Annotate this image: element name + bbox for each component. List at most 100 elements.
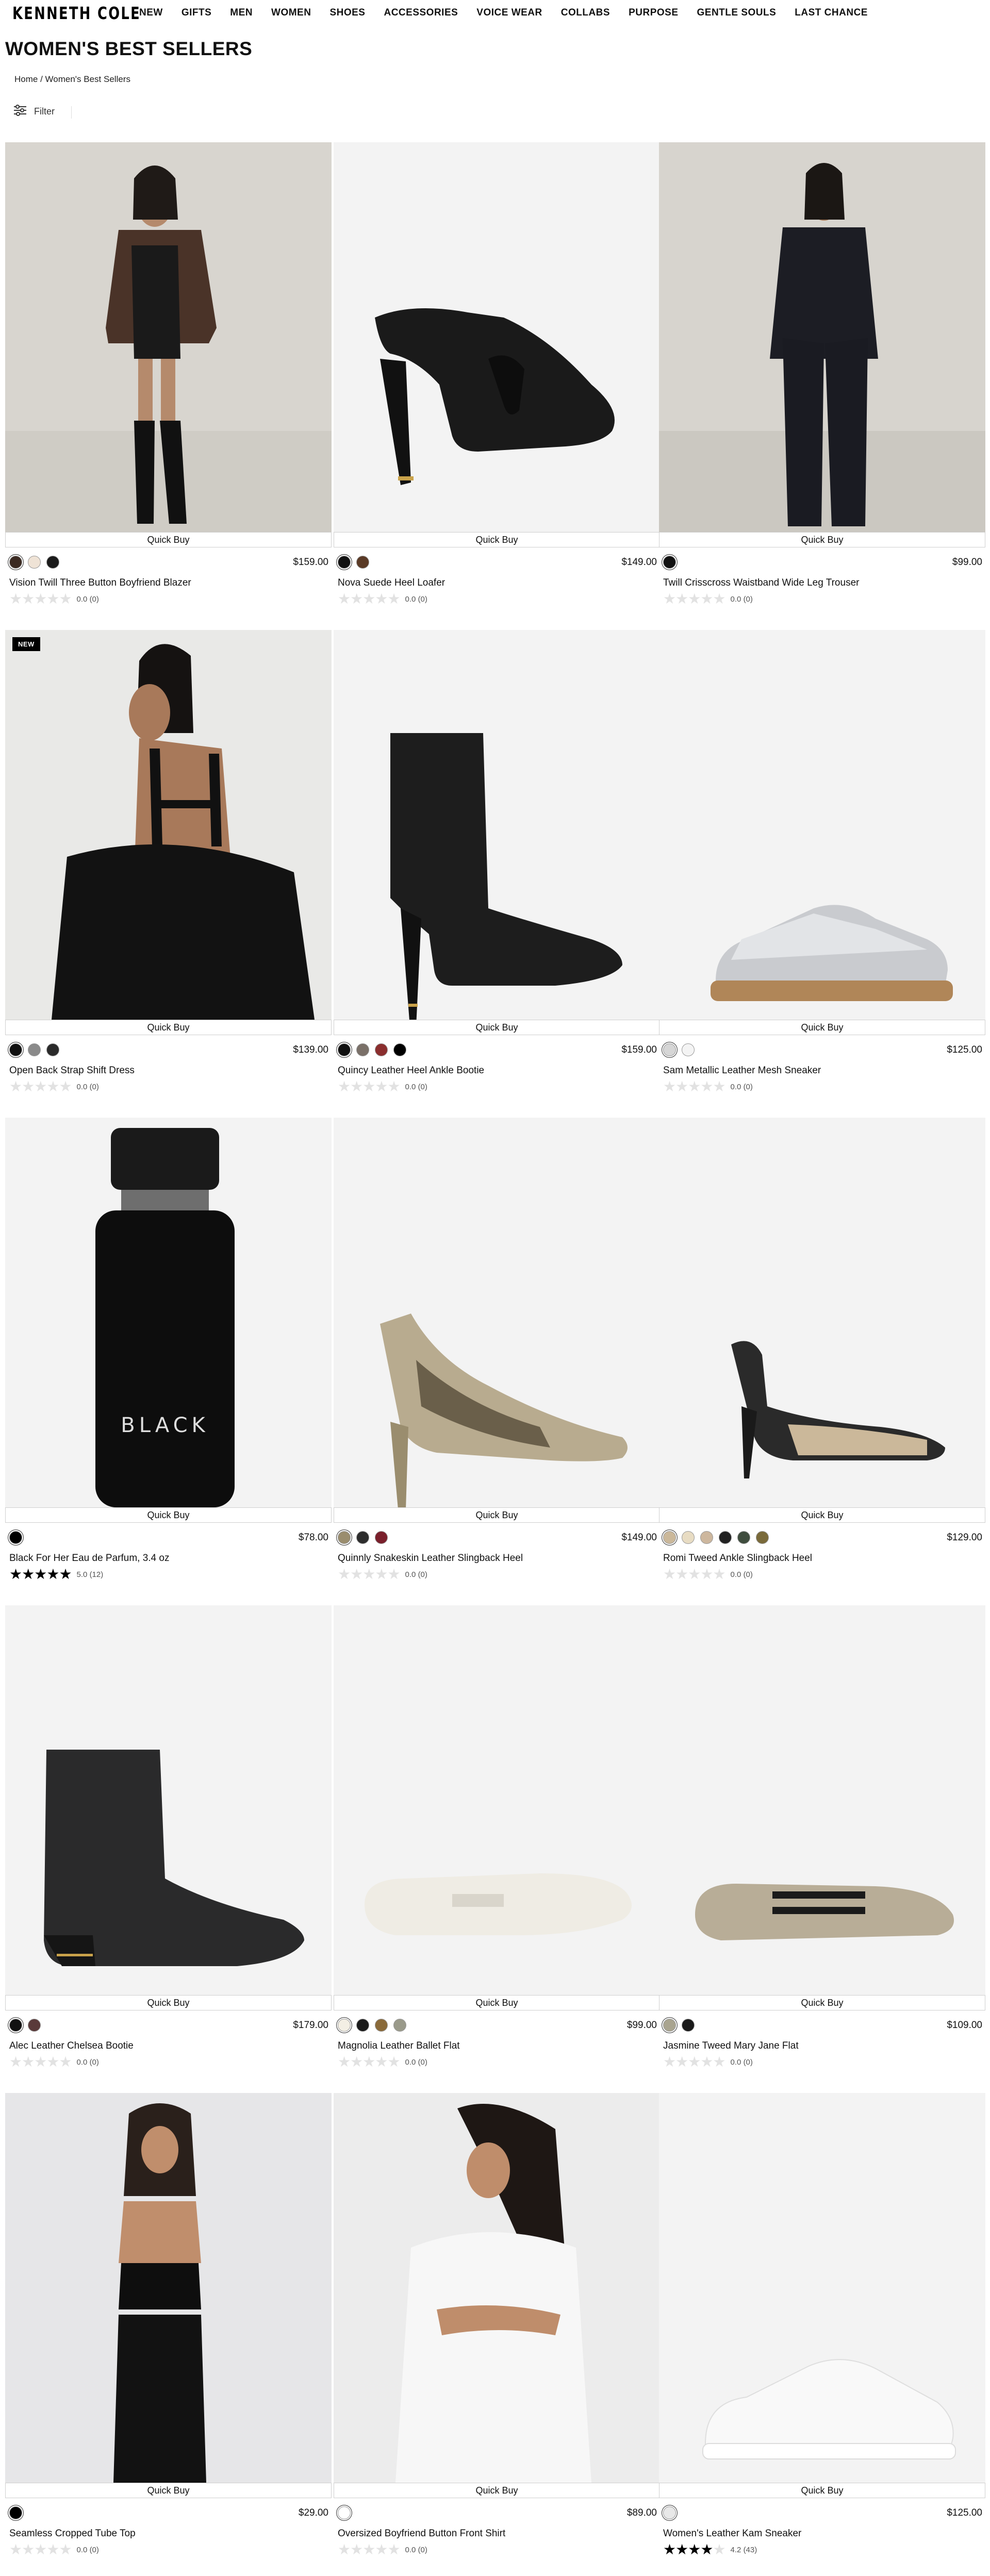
color-swatch[interactable] bbox=[375, 1531, 388, 1544]
nav-item-voice-wear[interactable]: VOICE WEAR bbox=[476, 7, 542, 19]
quick-buy-button[interactable]: Quick Buy bbox=[659, 1507, 985, 1523]
color-swatch[interactable] bbox=[356, 1043, 369, 1056]
product-name[interactable]: Oversized Boyfriend Button Front Shirt bbox=[338, 2528, 505, 2539]
color-swatch[interactable] bbox=[28, 1043, 41, 1056]
product-name[interactable]: Jasmine Tweed Mary Jane Flat bbox=[663, 2040, 799, 2052]
quick-buy-button[interactable]: Quick Buy bbox=[659, 1020, 985, 1035]
product-card[interactable]: Quick Buy $99.00 Magnolia Leather Ballet F… bbox=[334, 1605, 660, 2093]
color-swatch[interactable] bbox=[756, 1531, 769, 1544]
color-swatch[interactable] bbox=[700, 1531, 713, 1544]
color-swatch[interactable] bbox=[28, 556, 41, 569]
quick-buy-button[interactable]: Quick Buy bbox=[334, 2483, 660, 2498]
color-swatch[interactable] bbox=[46, 1043, 59, 1056]
product-image[interactable] bbox=[5, 1605, 332, 1995]
product-name[interactable]: Black For Her Eau de Parfum, 3.4 oz bbox=[9, 1553, 169, 1564]
product-name[interactable]: Twill Crisscross Waistband Wide Leg Trou… bbox=[663, 577, 859, 589]
product-name[interactable]: Seamless Cropped Tube Top bbox=[9, 2528, 136, 2539]
quick-buy-button[interactable]: Quick Buy bbox=[659, 1995, 985, 2010]
product-name[interactable]: Nova Suede Heel Loafer bbox=[338, 577, 445, 589]
quick-buy-button[interactable]: Quick Buy bbox=[334, 1995, 660, 2010]
product-card[interactable]: Quick Buy $89.00 Oversized Boyfriend Butto… bbox=[334, 2093, 660, 2576]
product-image[interactable] bbox=[659, 1118, 985, 1507]
product-card[interactable]: NEW Quick Buy $139.00 Open Back Strap Shift… bbox=[5, 630, 332, 1118]
color-swatch[interactable] bbox=[356, 556, 369, 569]
color-swatch[interactable] bbox=[338, 2506, 351, 2519]
product-image[interactable] bbox=[659, 142, 985, 532]
product-card[interactable]: Quick Buy $179.00 Alec Leather Chelsea Boo… bbox=[5, 1605, 332, 2093]
product-name[interactable]: Women's Leather Kam Sneaker bbox=[663, 2528, 801, 2539]
color-swatch[interactable] bbox=[682, 1531, 695, 1544]
product-image[interactable] bbox=[5, 2093, 332, 2483]
color-swatch[interactable] bbox=[9, 1531, 22, 1544]
quick-buy-button[interactable]: Quick Buy bbox=[5, 1995, 332, 2010]
color-swatch[interactable] bbox=[737, 1531, 750, 1544]
color-swatch[interactable] bbox=[9, 1043, 22, 1056]
color-swatch[interactable] bbox=[356, 2019, 369, 2032]
color-swatch[interactable] bbox=[663, 2019, 676, 2032]
color-swatch[interactable] bbox=[663, 1043, 676, 1056]
quick-buy-button[interactable]: Quick Buy bbox=[334, 532, 660, 547]
color-swatch[interactable] bbox=[9, 2019, 22, 2032]
product-card[interactable]: Quick Buy $129.00 Romi Tweed Ankle Slingba… bbox=[659, 1118, 985, 1605]
product-image[interactable]: BLACK bbox=[5, 1118, 332, 1507]
color-swatch[interactable] bbox=[356, 1531, 369, 1544]
product-image[interactable] bbox=[334, 2093, 660, 2483]
color-swatch[interactable] bbox=[338, 556, 351, 569]
nav-item-gifts[interactable]: GIFTS bbox=[182, 7, 211, 19]
product-card[interactable]: Quick Buy $99.00 Twill Crisscross Waistban… bbox=[659, 142, 985, 630]
breadcrumb-home-link[interactable]: Home bbox=[14, 74, 38, 84]
product-card[interactable]: Quick Buy $149.00 Quinnly Snakeskin Leathe… bbox=[334, 1118, 660, 1605]
product-name[interactable]: Quincy Leather Heel Ankle Bootie bbox=[338, 1065, 484, 1076]
product-image[interactable] bbox=[659, 630, 985, 1020]
product-image[interactable] bbox=[334, 142, 660, 532]
color-swatch[interactable] bbox=[393, 2019, 406, 2032]
filter-button[interactable]: Filter bbox=[13, 104, 55, 119]
nav-item-last-chance[interactable]: LAST CHANCE bbox=[795, 7, 868, 19]
product-name[interactable]: Open Back Strap Shift Dress bbox=[9, 1065, 135, 1076]
color-swatch[interactable] bbox=[9, 556, 22, 569]
brand-logo[interactable]: KENNETH COLE bbox=[12, 3, 140, 23]
color-swatch[interactable] bbox=[663, 1531, 676, 1544]
product-card[interactable]: BLACK Quick Buy $78.00 Black For Her Eau de… bbox=[5, 1118, 332, 1605]
color-swatch[interactable] bbox=[393, 1043, 406, 1056]
quick-buy-button[interactable]: Quick Buy bbox=[5, 532, 332, 547]
product-image[interactable] bbox=[334, 1118, 660, 1507]
product-image[interactable] bbox=[5, 630, 332, 1020]
product-card[interactable]: Quick Buy $159.00 Quincy Leather Heel Ankl… bbox=[334, 630, 660, 1118]
color-swatch[interactable] bbox=[375, 2019, 388, 2032]
product-card[interactable]: Quick Buy $125.00 Women's Leather Kam Snea… bbox=[659, 2093, 985, 2576]
nav-item-men[interactable]: MEN bbox=[230, 7, 253, 19]
nav-item-shoes[interactable]: SHOES bbox=[329, 7, 365, 19]
product-image[interactable] bbox=[334, 630, 660, 1020]
product-name[interactable]: Alec Leather Chelsea Bootie bbox=[9, 2040, 134, 2052]
product-image[interactable] bbox=[659, 2093, 985, 2483]
quick-buy-button[interactable]: Quick Buy bbox=[334, 1507, 660, 1523]
product-name[interactable]: Magnolia Leather Ballet Flat bbox=[338, 2040, 460, 2052]
nav-item-purpose[interactable]: PURPOSE bbox=[629, 7, 678, 19]
color-swatch[interactable] bbox=[663, 556, 676, 569]
color-swatch[interactable] bbox=[338, 2019, 351, 2032]
product-image[interactable] bbox=[659, 1605, 985, 1995]
quick-buy-button[interactable]: Quick Buy bbox=[5, 1507, 332, 1523]
product-name[interactable]: Romi Tweed Ankle Slingback Heel bbox=[663, 1553, 812, 1564]
color-swatch[interactable] bbox=[719, 1531, 732, 1544]
quick-buy-button[interactable]: Quick Buy bbox=[659, 2483, 985, 2498]
product-card[interactable]: Quick Buy $125.00 Sam Metallic Leather Mes… bbox=[659, 630, 985, 1118]
color-swatch[interactable] bbox=[46, 556, 59, 569]
product-name[interactable]: Sam Metallic Leather Mesh Sneaker bbox=[663, 1065, 821, 1076]
quick-buy-button[interactable]: Quick Buy bbox=[5, 2483, 332, 2498]
product-card[interactable]: Quick Buy $109.00 Jasmine Tweed Mary Jane … bbox=[659, 1605, 985, 2093]
product-image[interactable] bbox=[334, 1605, 660, 1995]
product-image[interactable] bbox=[5, 142, 332, 532]
color-swatch[interactable] bbox=[338, 1043, 351, 1056]
nav-item-collabs[interactable]: COLLABS bbox=[561, 7, 610, 19]
color-swatch[interactable] bbox=[682, 2019, 695, 2032]
product-name[interactable]: Quinnly Snakeskin Leather Slingback Heel bbox=[338, 1553, 523, 1564]
nav-item-gentle-souls[interactable]: GENTLE SOULS bbox=[697, 7, 777, 19]
color-swatch[interactable] bbox=[28, 2019, 41, 2032]
nav-item-new[interactable]: NEW bbox=[139, 7, 163, 19]
product-name[interactable]: Vision Twill Three Button Boyfriend Blaz… bbox=[9, 577, 191, 589]
product-card[interactable]: Quick Buy $29.00 Seamless Cropped Tube Top… bbox=[5, 2093, 332, 2576]
quick-buy-button[interactable]: Quick Buy bbox=[5, 1020, 332, 1035]
product-card[interactable]: Quick Buy $159.00 Vision Twill Three Butto… bbox=[5, 142, 332, 630]
